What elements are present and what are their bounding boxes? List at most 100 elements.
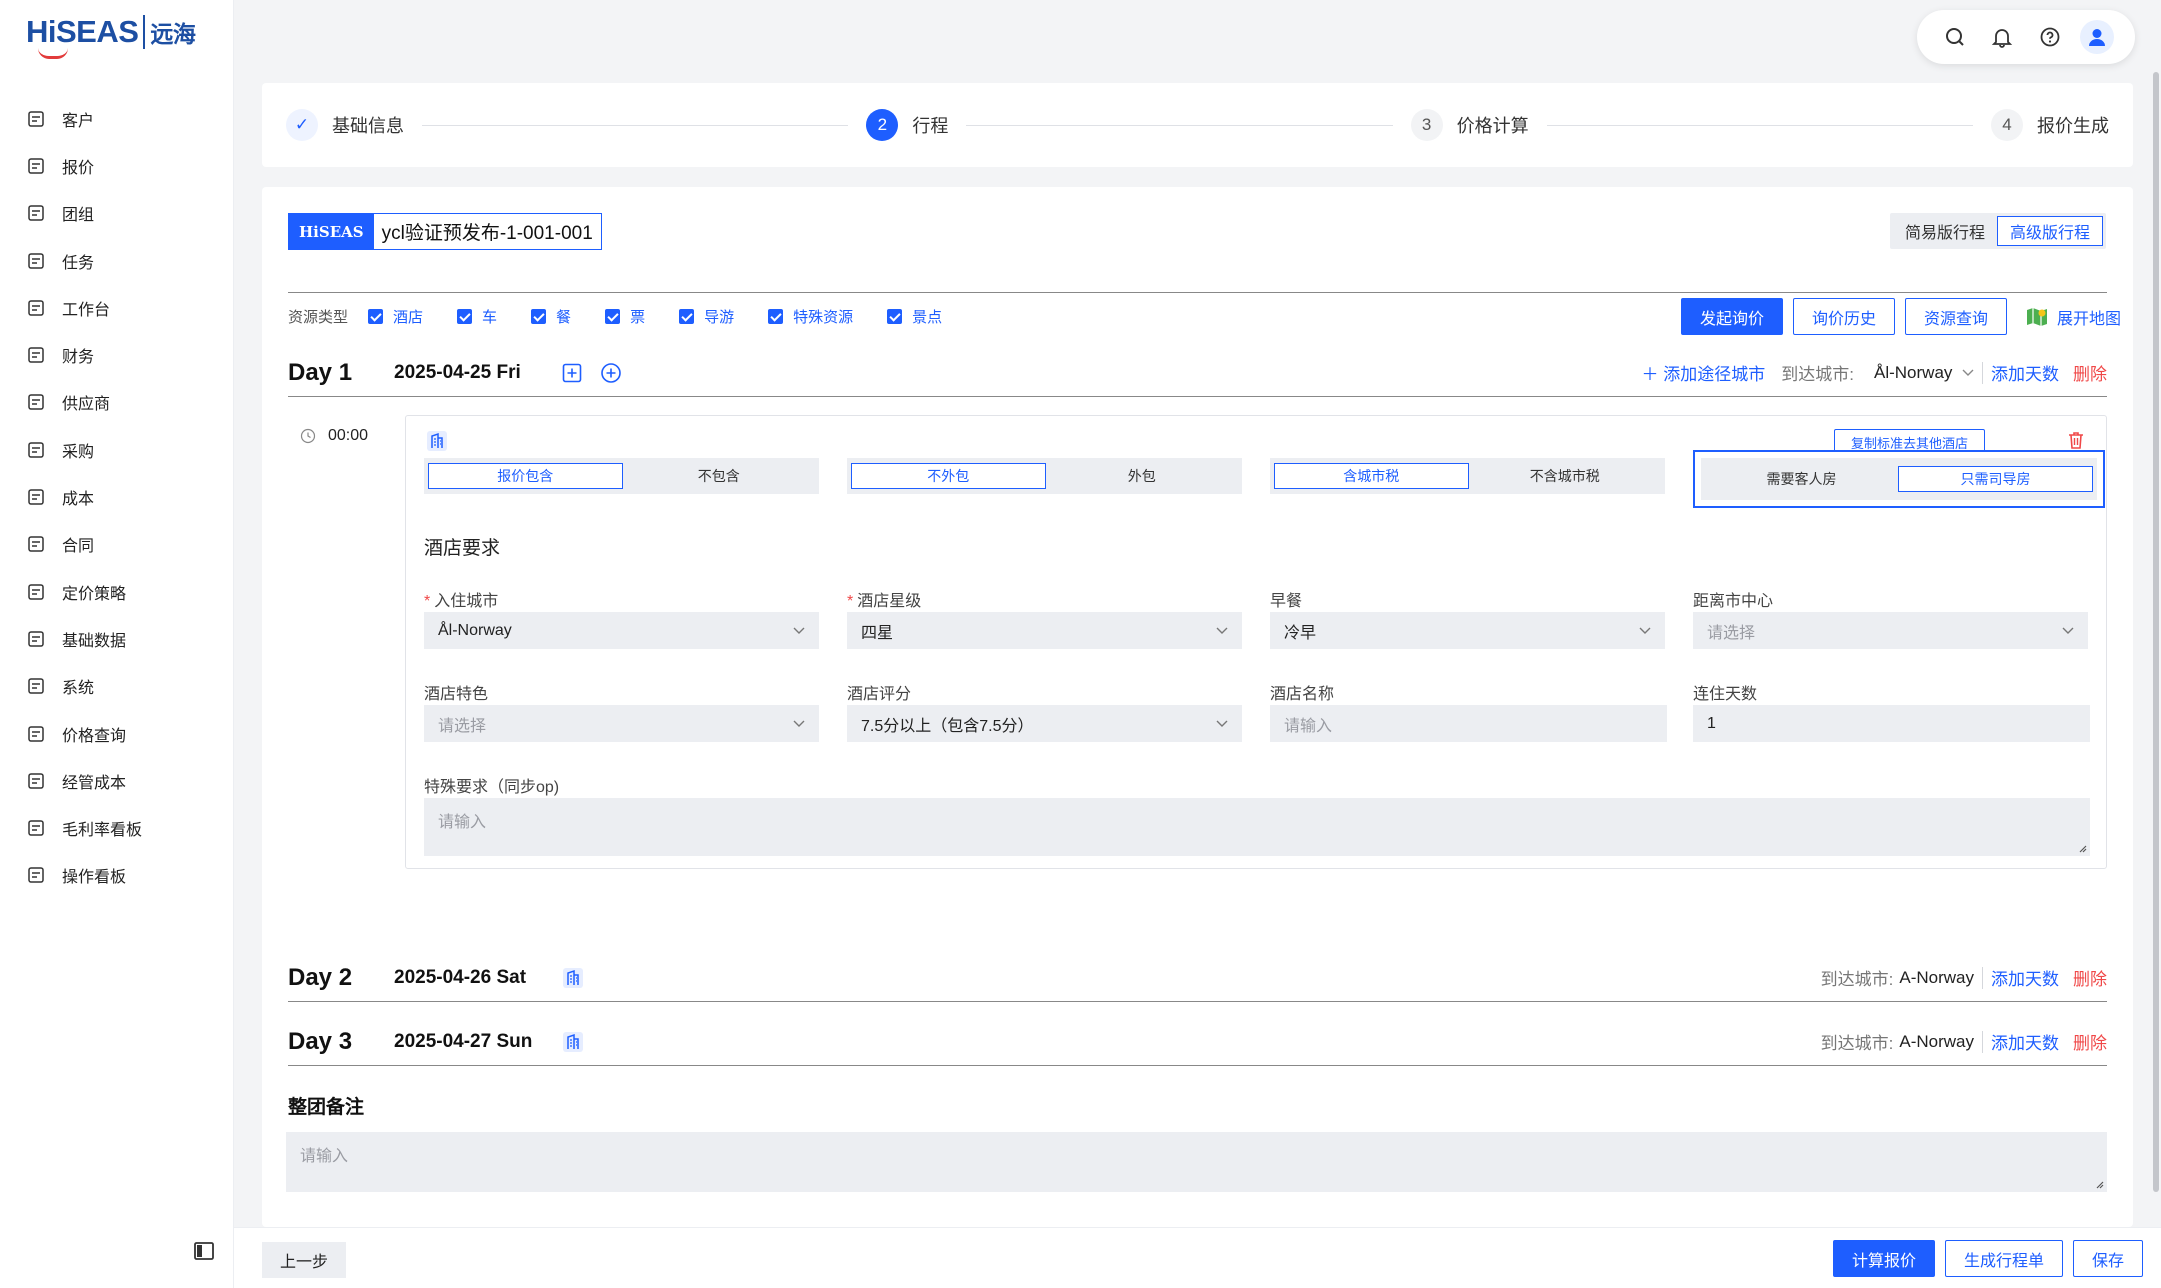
toggle-include-tax[interactable]: 含城市税 <box>1274 463 1469 489</box>
expand-map-label: 展开地图 <box>2056 310 2121 328</box>
chevron-down-icon <box>2062 627 2074 634</box>
group-remark-textarea[interactable]: 请输入 <box>286 1132 2107 1192</box>
toggle-exclude[interactable]: 不包含 <box>623 463 816 489</box>
sidebar-item[interactable]: 采购 <box>0 426 234 473</box>
cost-icon <box>26 487 46 507</box>
add-day-link[interactable]: 添加天数 <box>1991 965 2059 990</box>
distance-placeholder: 请选择 <box>1707 624 1756 642</box>
sidebar-item[interactable]: 合同 <box>0 521 234 568</box>
hotel-building-icon[interactable] <box>562 967 584 989</box>
start-inquiry-button[interactable]: 发起询价 <box>1680 298 1783 335</box>
resource-query-button[interactable]: 资源查询 <box>1904 298 2007 335</box>
chevron-down-icon <box>1216 627 1228 634</box>
toggle-guest-room[interactable]: 需要客人房 <box>1705 466 1898 492</box>
arrive-city-select[interactable]: Ål-Norway <box>1874 363 1974 383</box>
sidebar-item[interactable]: 定价策略 <box>0 568 234 615</box>
resize-handle-icon <box>2079 845 2087 853</box>
sidebar-item[interactable]: 工作台 <box>0 284 234 331</box>
checkbox-checked-icon <box>457 309 473 324</box>
step-basic-info[interactable]: ✓ 基础信息 <box>286 109 404 141</box>
checkbox-special[interactable]: 特殊资源 <box>768 306 853 327</box>
arrive-city-label: 到达城市: <box>1820 970 1894 989</box>
arrive-city-value: A-Norway <box>1899 967 1974 987</box>
add-item-icon[interactable] <box>562 363 582 383</box>
checkbox-car[interactable]: 车 <box>457 306 497 327</box>
save-button[interactable]: 保存 <box>2072 1240 2143 1277</box>
delete-day-link[interactable]: 删除 <box>2073 1029 2107 1054</box>
toggle-not-outsource[interactable]: 不外包 <box>851 463 1046 489</box>
progress-steps: ✓ 基础信息 2 行程 3 价格计算 4 报价生成 <box>262 83 2133 167</box>
expand-map-button[interactable]: 展开地图 <box>2025 305 2121 329</box>
special-label: 特殊要求（同步op) <box>424 779 560 796</box>
sidebar-item[interactable]: 系统 <box>0 663 234 710</box>
sidebar-collapse-icon[interactable] <box>193 1240 215 1262</box>
step-number: 2 <box>866 109 899 141</box>
mode-simple-tab[interactable]: 简易版行程 <box>1893 216 1997 246</box>
toggle-include[interactable]: 报价包含 <box>428 463 623 489</box>
checkbox-meal[interactable]: 餐 <box>531 306 571 327</box>
purchase-icon <box>26 440 46 460</box>
toggle-outsource[interactable]: 外包 <box>1046 463 1239 489</box>
sidebar-item[interactable]: 任务 <box>0 237 234 284</box>
mode-advanced-tab[interactable]: 高级版行程 <box>1997 216 2104 246</box>
hotel-name-input[interactable]: 请输入 <box>1270 705 1667 742</box>
sidebar-item[interactable]: 报价 <box>0 142 234 189</box>
calculate-quote-button[interactable]: 计算报价 <box>1832 1240 1935 1277</box>
feature-select[interactable]: 请选择 <box>424 705 819 742</box>
search-icon[interactable] <box>1938 20 1972 54</box>
checkbox-guide[interactable]: 导游 <box>679 306 734 327</box>
breakfast-select[interactable]: 冷早 <box>1270 612 1665 649</box>
itinerary-mode-switch: 简易版行程 高级版行程 <box>1890 213 2107 249</box>
step-price-calc[interactable]: 3 价格计算 <box>1410 109 1529 141</box>
delete-day-link[interactable]: 删除 <box>2073 360 2107 385</box>
hotel-building-icon[interactable] <box>562 1031 584 1053</box>
day-1-actions: ＋ 添加途径城市 到达城市: Ål-Norway 添加天数 删除 <box>1642 360 2107 385</box>
sidebar-item[interactable]: 团组 <box>0 190 234 237</box>
checkbox-label: 车 <box>482 309 498 326</box>
help-icon[interactable] <box>2033 20 2067 54</box>
sidebar-item[interactable]: 价格查询 <box>0 710 234 757</box>
step-quote-gen[interactable]: 4 报价生成 <box>1990 109 2109 141</box>
star-select[interactable]: 四星 <box>847 612 1242 649</box>
bell-icon[interactable] <box>1985 20 2019 54</box>
add-day-link[interactable]: 添加天数 <box>1991 360 2059 385</box>
sidebar-item[interactable]: 财务 <box>0 331 234 378</box>
rating-select[interactable]: 7.5分以上（包含7.5分） <box>847 705 1242 742</box>
inquiry-history-button[interactable]: 询价历史 <box>1792 298 1895 335</box>
sidebar-item[interactable]: 基础数据 <box>0 615 234 662</box>
sidebar-item-label: 成本 <box>62 491 95 509</box>
sidebar-item[interactable]: 毛利率看板 <box>0 804 234 851</box>
city-value: Ål-Norway <box>438 621 512 639</box>
add-day-link[interactable]: 添加天数 <box>1991 1029 2059 1054</box>
sidebar-item[interactable]: 客户 <box>0 95 234 142</box>
chevron-down-icon <box>1216 720 1228 727</box>
delete-day-link[interactable]: 删除 <box>2073 965 2107 990</box>
checkbox-ticket[interactable]: 票 <box>605 306 645 327</box>
toggle-guide-room[interactable]: 只需司导房 <box>1898 466 2093 492</box>
breakfast-label: 早餐 <box>1270 593 1303 610</box>
topbar-actions <box>1917 10 2135 64</box>
sidebar-item[interactable]: 成本 <box>0 473 234 520</box>
checkbox-hotel[interactable]: 酒店 <box>368 306 423 327</box>
add-via-city-link[interactable]: ＋ 添加途径城市 <box>1642 360 1766 385</box>
checkbox-attraction[interactable]: 景点 <box>887 306 942 327</box>
city-select[interactable]: Ål-Norway <box>424 612 819 649</box>
generate-itinerary-button[interactable]: 生成行程单 <box>1944 1240 2063 1277</box>
item-time[interactable]: 00:00 <box>300 427 368 445</box>
sidebar-item[interactable]: 供应商 <box>0 379 234 426</box>
add-circle-icon[interactable] <box>600 362 622 384</box>
rating-label: 酒店评分 <box>847 686 912 703</box>
toggle-exclude-tax[interactable]: 不含城市税 <box>1469 463 1662 489</box>
distance-select[interactable]: 请选择 <box>1693 612 2088 649</box>
step-label: 价格计算 <box>1456 116 1529 136</box>
special-textarea[interactable]: 请输入 <box>424 798 2090 856</box>
nights-input[interactable]: 1 <box>1693 705 2090 742</box>
user-avatar-icon[interactable] <box>2080 20 2115 54</box>
app-logo[interactable]: HiSEAS 远海 <box>26 14 196 50</box>
step-itinerary[interactable]: 2 行程 <box>866 109 948 141</box>
previous-step-button[interactable]: 上一步 <box>262 1242 347 1278</box>
page-scrollbar[interactable] <box>2153 72 2159 1192</box>
step-label: 行程 <box>912 116 949 136</box>
sidebar-item[interactable]: 操作看板 <box>0 852 234 899</box>
sidebar-item[interactable]: 经管成本 <box>0 757 234 804</box>
